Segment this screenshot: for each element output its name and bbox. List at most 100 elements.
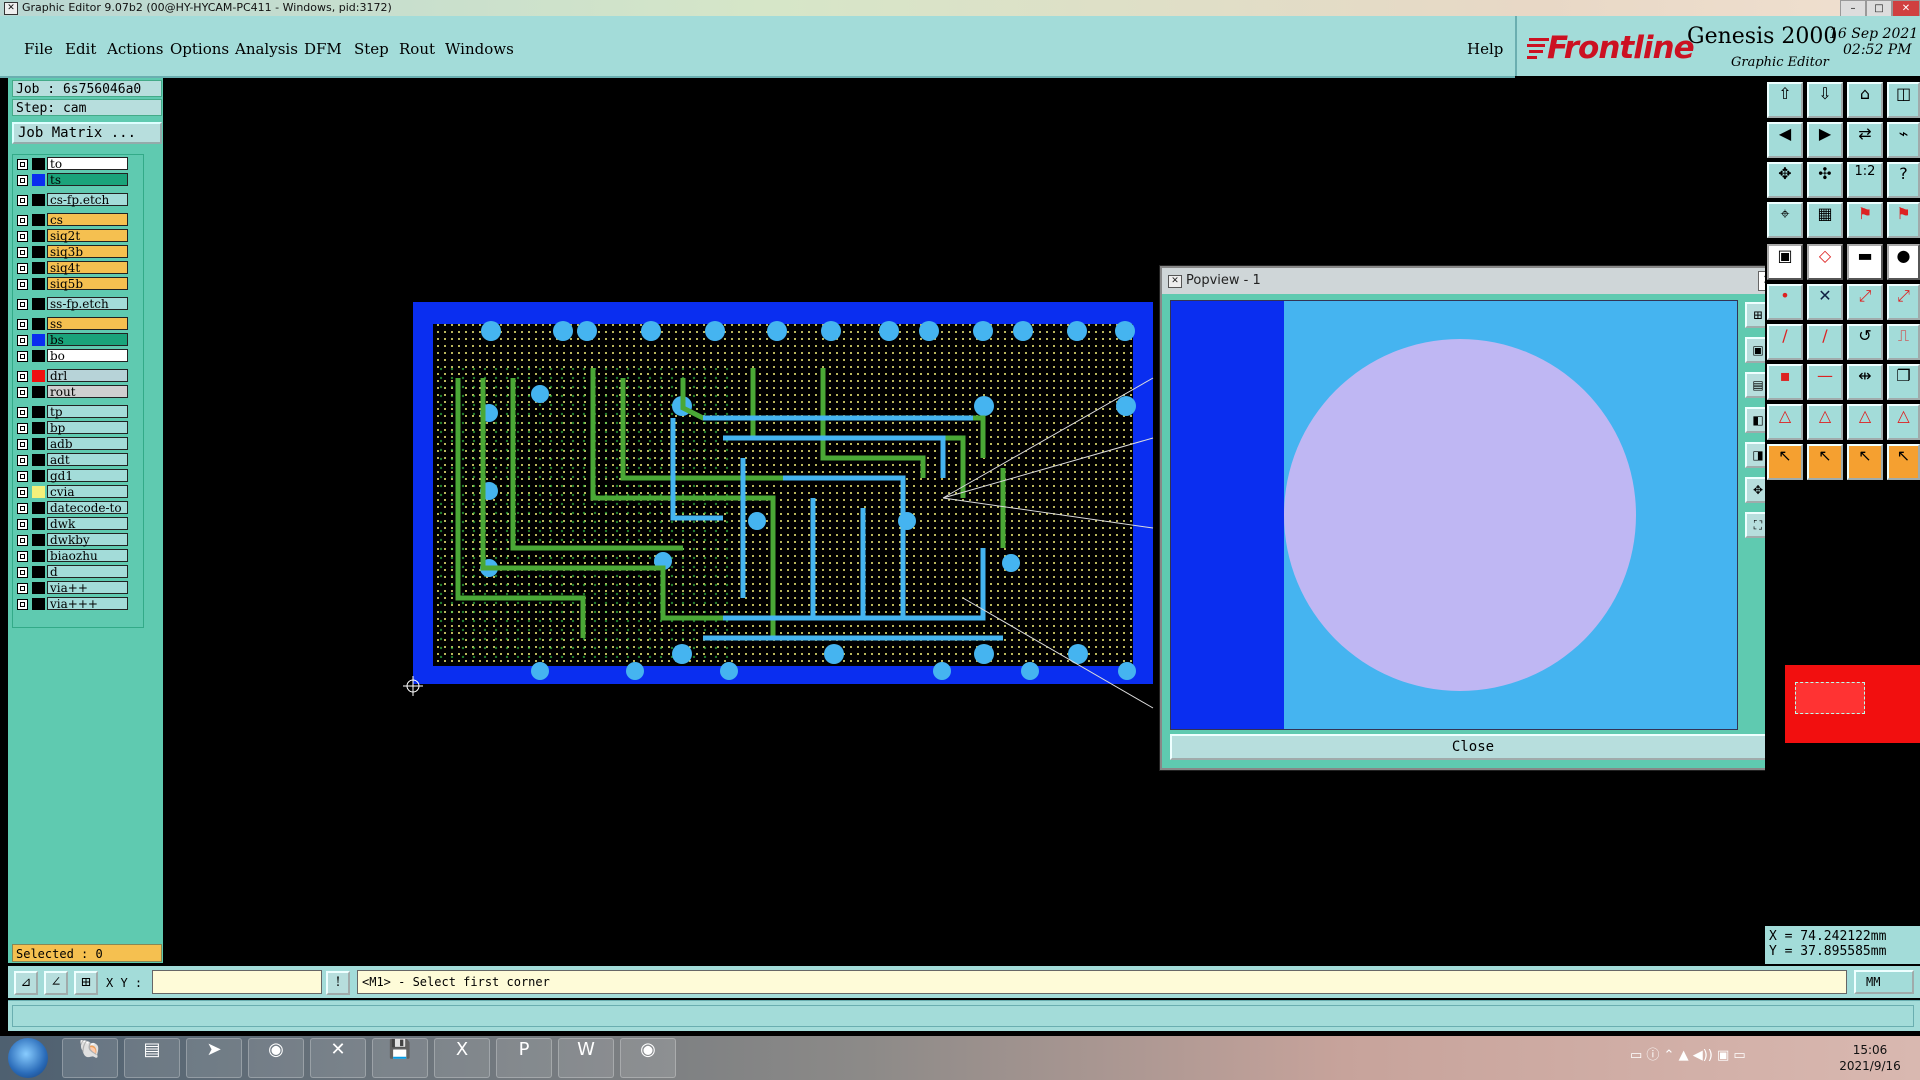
layer-checkbox[interactable] [17, 519, 28, 530]
bang-button[interactable]: ! [326, 971, 350, 995]
layer-checkbox[interactable] [17, 299, 28, 310]
layer-checkbox[interactable] [17, 247, 28, 258]
tool-step-icon[interactable]: ⎍ [1887, 324, 1920, 360]
layer-checkbox[interactable] [17, 455, 28, 466]
tool-triangle-icon[interactable]: △ [1767, 404, 1803, 440]
tool-move-icon[interactable]: ⇹ [1847, 364, 1883, 400]
taskbar-clock[interactable]: 15:06 2021/9/16 [1825, 1042, 1915, 1074]
layer-color-swatch[interactable] [32, 566, 45, 578]
layer-checkbox[interactable] [17, 487, 28, 498]
layer-name[interactable]: via+++ [47, 597, 128, 611]
tool-link-icon[interactable]: ⤢ [1847, 284, 1883, 320]
tool-triangle3-icon[interactable]: △ [1847, 404, 1883, 440]
layer-name[interactable]: dwkby [47, 533, 128, 547]
layer-color-swatch[interactable] [32, 230, 45, 242]
layer-name[interactable]: d [47, 565, 128, 579]
layer-checkbox[interactable] [17, 351, 28, 362]
tool-fit-icon[interactable]: ✥ [1767, 162, 1803, 198]
layer-color-swatch[interactable] [32, 518, 45, 530]
system-tray[interactable]: ▭ ⓘ ⌃ ▲ ◀)) ▣ ▭ [1630, 1044, 1810, 1072]
menu-file[interactable]: File [24, 40, 53, 58]
layer-color-swatch[interactable] [32, 386, 45, 398]
snap-mode-icon[interactable]: ⊿ [14, 971, 38, 995]
layer-color-swatch[interactable] [32, 502, 45, 514]
layer-color-swatch[interactable] [32, 298, 45, 310]
menu-options[interactable]: Options [170, 40, 229, 58]
layer-name[interactable]: drl [47, 369, 128, 383]
layer-name[interactable]: gd1 [47, 469, 128, 483]
layer-color-swatch[interactable] [32, 438, 45, 450]
layer-name[interactable]: biaozhu [47, 549, 128, 563]
layer-name[interactable]: siq4t [47, 261, 128, 275]
menu-rout[interactable]: Rout [399, 40, 435, 58]
menu-help[interactable]: Help [1467, 40, 1503, 58]
layer-checkbox[interactable] [17, 335, 28, 346]
grid-mode-icon[interactable]: ⊞ [74, 971, 98, 995]
layer-color-swatch[interactable] [32, 406, 45, 418]
taskbar-genesis-icon[interactable]: ✕ [310, 1038, 366, 1078]
layer-name[interactable]: tp [47, 405, 128, 419]
layer-name[interactable]: cs [47, 213, 128, 227]
layer-name[interactable]: adt [47, 453, 128, 467]
overview-map[interactable] [1785, 665, 1920, 743]
layer-color-swatch[interactable] [32, 214, 45, 226]
layer-name[interactable]: to [47, 157, 128, 171]
layer-checkbox[interactable] [17, 583, 28, 594]
angle-mode-icon[interactable]: ∠ [44, 971, 68, 995]
layer-color-swatch[interactable] [32, 262, 45, 274]
taskbar-word-icon[interactable]: W [558, 1038, 614, 1078]
tool-erase-icon[interactable]: ◇ [1807, 244, 1843, 280]
layer-name[interactable]: ss-fp.etch [47, 297, 128, 311]
tool-triangle2-icon[interactable]: △ [1807, 404, 1843, 440]
layer-name[interactable]: ts [47, 173, 128, 187]
taskbar-excel-icon[interactable]: X [434, 1038, 490, 1078]
minimize-button[interactable]: – [1840, 0, 1866, 17]
tool-window-icon[interactable]: ◫ [1887, 82, 1920, 118]
taskbar-eye2-icon[interactable]: ◉ [620, 1038, 676, 1078]
close-window-button[interactable]: ✕ [1892, 0, 1920, 17]
tool-surface-icon[interactable]: ▪ [1767, 364, 1803, 400]
layer-checkbox[interactable] [17, 535, 28, 546]
layer-checkbox[interactable] [17, 319, 28, 330]
layer-name[interactable]: via++ [47, 581, 128, 595]
taskbar-shell-icon[interactable]: 🐚 [62, 1038, 118, 1078]
unit-selector[interactable]: MM [1854, 970, 1914, 994]
tool-grid-icon[interactable]: ▦ [1807, 202, 1843, 238]
layer-name[interactable]: ss [47, 317, 128, 331]
tool-pointer4-icon[interactable]: ↖ [1887, 444, 1920, 480]
tool-add-pad-icon[interactable]: • [1767, 284, 1803, 320]
layer-name[interactable]: siq3b [47, 245, 128, 259]
layer-color-swatch[interactable] [32, 158, 45, 170]
tool-snap-icon[interactable]: ⌁ [1887, 122, 1920, 158]
taskbar-eye-icon[interactable]: ◉ [248, 1038, 304, 1078]
popview-close-button[interactable]: Close [1170, 734, 1776, 760]
layer-checkbox[interactable] [17, 551, 28, 562]
layer-name[interactable]: bo [47, 349, 128, 363]
layer-checkbox[interactable] [17, 423, 28, 434]
layer-color-swatch[interactable] [32, 598, 45, 610]
layer-checkbox[interactable] [17, 159, 28, 170]
layer-name[interactable]: datecode-to [47, 501, 128, 515]
start-button-icon[interactable] [8, 1038, 48, 1078]
layer-checkbox[interactable] [17, 387, 28, 398]
layer-checkbox[interactable] [17, 407, 28, 418]
tool-ruler-icon[interactable]: ▬ [1847, 244, 1883, 280]
layer-name[interactable]: cvia [47, 485, 128, 499]
tool-home-icon[interactable]: ⌂ [1847, 82, 1883, 118]
tool-zoom-right-icon[interactable]: ▶ [1807, 122, 1843, 158]
layer-color-swatch[interactable] [32, 470, 45, 482]
menu-step[interactable]: Step [354, 40, 389, 58]
layer-checkbox[interactable] [17, 195, 28, 206]
tool-pad-icon[interactable]: ● [1887, 244, 1920, 280]
job-matrix-button[interactable]: Job Matrix ... [12, 122, 162, 144]
layer-color-swatch[interactable] [32, 454, 45, 466]
taskbar-save-icon[interactable]: 💾 [372, 1038, 428, 1078]
layer-checkbox[interactable] [17, 263, 28, 274]
tool-zoom-left-icon[interactable]: ◀ [1767, 122, 1803, 158]
layer-color-swatch[interactable] [32, 370, 45, 382]
menu-edit[interactable]: Edit [65, 40, 96, 58]
layer-color-swatch[interactable] [32, 486, 45, 498]
layer-checkbox[interactable] [17, 567, 28, 578]
menu-actions[interactable]: Actions [107, 40, 163, 58]
taskbar-bird-icon[interactable]: ➤ [186, 1038, 242, 1078]
